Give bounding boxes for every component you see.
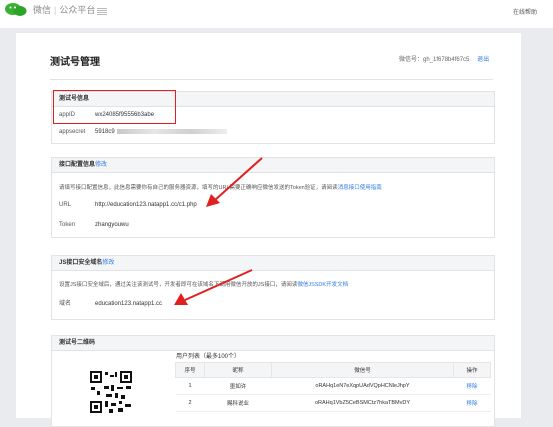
interface-config-edit-link[interactable]: 修改 (95, 162, 107, 168)
brand-sub: 公众平台 (59, 5, 96, 15)
jssdk-doc-link[interactable]: 微信JSSDK开发文档 (297, 282, 348, 288)
row-index: 2 (175, 394, 205, 412)
interface-config-title: 接口配置信息 (59, 162, 96, 168)
token-row: Token zhangyouwu (59, 222, 129, 228)
divider (50, 79, 493, 80)
wechat-logo-icon (5, 3, 27, 16)
js-domain-section: JS接口安全域名修改 设置JS接口安全域后，通过关注该测试号，开发者即可在该域名… (51, 255, 495, 320)
qr-code-icon (89, 370, 133, 414)
col-nickname: 昵称 (204, 362, 272, 378)
col-index: 序号 (175, 362, 205, 378)
js-domain-note: 设置JS接口安全域后，通过关注该测试号，开发者即可在该域名下调用微信开放的JS接… (59, 280, 348, 288)
domain-label: 域名 (59, 301, 72, 307)
row-wechat-id: oRAHq1eN7eXqpUAdVQpHCNleJhpY (271, 377, 454, 395)
qr-section-title: 测试号二维码 (52, 336, 494, 351)
domain-row: 域名 education123.natapp1.cc (59, 298, 162, 307)
highlight-box (53, 90, 176, 124)
online-help-link[interactable]: 在线帮助 (513, 7, 537, 16)
user-list-title: 用户列表（最多100个） (176, 354, 241, 360)
appsecret-value[interactable]: 5918c9 (95, 129, 115, 135)
brand[interactable]: 微信 | 公众平台 (33, 3, 108, 16)
url-label: URL (59, 202, 72, 208)
js-domain-edit-link[interactable]: 修改 (102, 260, 114, 266)
table-header-row: 序号 昵称 微信号 操作 (175, 362, 491, 378)
js-domain-title: JS接口安全域名 (59, 260, 103, 266)
js-domain-header: JS接口安全域名修改 (52, 256, 494, 271)
interface-note-text: 请填写接口配置信息，此信息需要你有自己的服务器资源，填写的URL需要正确响应微信… (59, 185, 338, 191)
account-info: 微信号：gh_1f678b4f67c5 退出 (399, 54, 489, 63)
user-table: 序号 昵称 微信号 操作 1 墨如许 oRAHq1eN7eXqpUAdVQpHC… (175, 362, 491, 412)
remove-user-link[interactable]: 移除 (453, 394, 491, 412)
brand-name: 微信 (33, 5, 52, 15)
account-id: 微信号：gh_1f678b4f67c5 (399, 57, 470, 63)
row-index: 1 (175, 377, 205, 395)
page-title: 测试号管理 (50, 57, 100, 68)
interface-config-note: 请填写接口配置信息，此信息需要你有自己的服务器资源，填写的URL需要正确响应微信… (59, 183, 382, 191)
top-bar: 微信 | 公众平台 在线帮助 (0, 0, 553, 28)
brand-mark-icon (97, 6, 108, 15)
url-value[interactable]: http://education123.natapp1.cc/c1.php (95, 202, 197, 208)
appsecret-blurred (116, 129, 227, 134)
logout-link[interactable]: 退出 (477, 57, 489, 63)
interface-config-section: 接口配置信息修改 请填写接口配置信息，此信息需要你有自己的服务器资源，填写的UR… (51, 157, 495, 238)
token-label: Token (59, 222, 76, 228)
domain-value[interactable]: education123.natapp1.cc (95, 301, 162, 307)
js-note-text: 设置JS接口安全域后，通过关注该测试号，开发者即可在该域名下调用微信开放的JS接… (59, 282, 298, 288)
col-action: 操作 (453, 362, 491, 378)
interface-guide-link[interactable]: 消息接口使用指南 (338, 185, 382, 191)
row-nickname: 赐科说业 (204, 394, 272, 412)
remove-user-link[interactable]: 移除 (453, 377, 491, 395)
appsecret-label: appsecret (59, 129, 86, 136)
row-nickname: 墨如许 (204, 377, 272, 395)
token-value[interactable]: zhangyouwu (95, 222, 129, 228)
table-row: 1 墨如许 oRAHq1eN7eXqpUAdVQpHCNleJhpY 移除 (175, 377, 491, 395)
appsecret-row: appsecret 5918c9 (59, 129, 227, 135)
col-wechat-id: 微信号 (271, 362, 454, 378)
row-wechat-id: oRAHq1VbZ5CeBSMCtz7hkaTBMvDY (271, 394, 454, 412)
url-row: URL http://education123.natapp1.cc/c1.php (59, 202, 197, 208)
table-row: 2 赐科说业 oRAHq1VbZ5CeBSMCtz7hkaTBMvDY 移除 (175, 394, 491, 412)
interface-config-header: 接口配置信息修改 (52, 158, 494, 173)
